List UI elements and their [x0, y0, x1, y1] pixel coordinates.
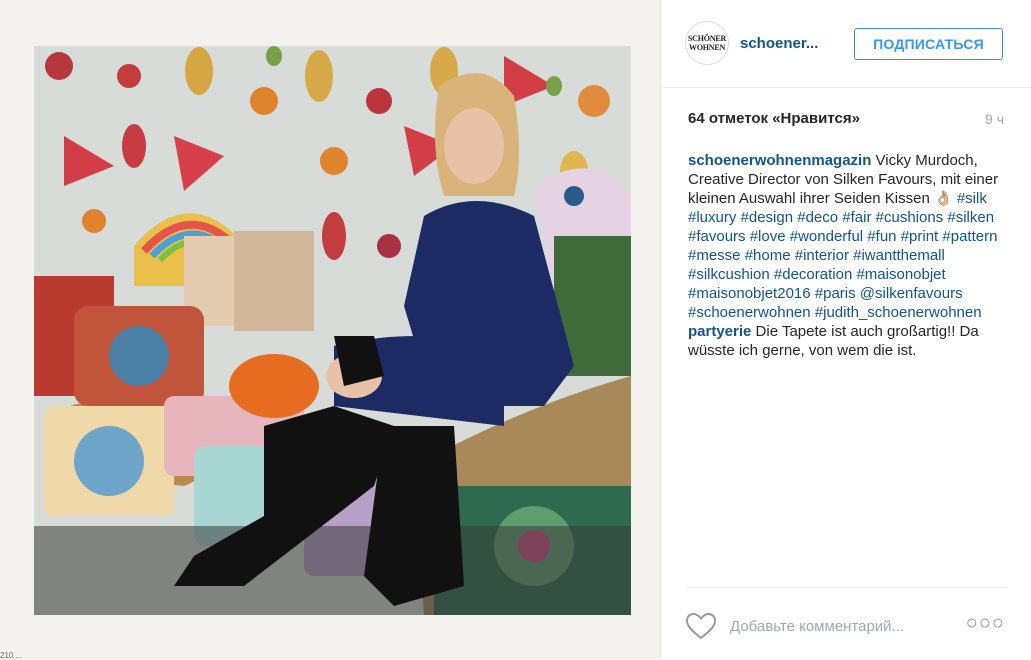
caption-username[interactable]: schoenerwohnenmagazin — [688, 152, 871, 169]
hashtag-link[interactable]: #deco — [797, 209, 838, 226]
post-time[interactable]: 9 ч — [985, 111, 1004, 127]
post-footer: Добавьте комментарий... ○○○ — [685, 587, 1007, 660]
hashtag-link[interactable]: #silken — [947, 209, 994, 226]
avatar[interactable]: SCHÖNER WOHNEN — [685, 21, 729, 65]
hashtag-link[interactable]: #home — [745, 247, 791, 264]
comments-list: schoenerwohnenmagazin Vicky Murdoch, Cre… — [688, 151, 1010, 360]
hashtag-link[interactable]: #silkcushion — [688, 266, 770, 283]
hashtag-link[interactable]: #wonderful — [790, 228, 863, 245]
post-header: SCHÖNER WOHNEN schoener... ПОДПИСАТЬСЯ — [661, 0, 1031, 88]
heart-icon[interactable] — [685, 612, 717, 640]
likes-row: 64 отметок «Нравится» 9 ч — [688, 110, 1004, 130]
more-options-icon[interactable]: ○○○ — [966, 612, 1005, 635]
hashtag-link[interactable]: @silkenfavours — [860, 285, 963, 302]
hashtag-link[interactable]: #cushions — [876, 209, 944, 226]
comment-item: partyerie Die Tapete ist auch großartig!… — [688, 322, 1010, 360]
hashtag-link[interactable]: #love — [750, 228, 786, 245]
hashtag-link[interactable]: #silk — [957, 190, 987, 207]
hashtag-link[interactable]: #luxury — [688, 209, 736, 226]
hashtag-link[interactable]: #schoenerwohnen — [688, 304, 811, 321]
comment-username[interactable]: partyerie — [688, 323, 751, 340]
post-photo[interactable] — [34, 46, 631, 615]
avatar-text-2: WOHNEN — [688, 43, 726, 52]
hashtag-link[interactable]: #fun — [867, 228, 896, 245]
hashtag-link[interactable]: #pattern — [942, 228, 997, 245]
post-sidebar: SCHÖNER WOHNEN schoener... ПОДПИСАТЬСЯ 6… — [661, 0, 1031, 659]
hashtag-link[interactable]: #maisonobjet2016 — [688, 285, 811, 302]
hashtag-link[interactable]: #interior — [795, 247, 849, 264]
hashtag-link[interactable]: #messe — [688, 247, 741, 264]
hashtag-link[interactable]: #favours — [688, 228, 746, 245]
hashtag-link[interactable]: #iwantthemall — [853, 247, 945, 264]
hashtag-link[interactable]: #decoration — [774, 266, 852, 283]
hashtag-link[interactable]: #fair — [842, 209, 871, 226]
add-comment-input[interactable]: Добавьте комментарий... — [730, 618, 904, 635]
caption-hashtags: #silk #luxury #design #deco #fair #cushi… — [688, 190, 997, 321]
caption-comment: schoenerwohnenmagazin Vicky Murdoch, Cre… — [688, 151, 1010, 322]
likes-count[interactable]: 64 отметок «Нравится» — [688, 110, 860, 127]
hashtag-link[interactable]: #judith_schoenerwohnen — [815, 304, 982, 321]
follow-button[interactable]: ПОДПИСАТЬСЯ — [854, 28, 1003, 60]
post-username[interactable]: schoener... — [740, 35, 818, 52]
hashtag-link[interactable]: #paris — [815, 285, 856, 302]
bottom-strip-text: 210 ... — [0, 652, 23, 659]
avatar-text-1: SCHÖNER — [687, 34, 727, 43]
photo-panel: 210 ... — [0, 0, 661, 659]
hashtag-link[interactable]: #maisonobjet — [856, 266, 945, 283]
hashtag-link[interactable]: #print — [901, 228, 939, 245]
hashtag-link[interactable]: #design — [741, 209, 794, 226]
photo-illustration — [34, 46, 631, 615]
